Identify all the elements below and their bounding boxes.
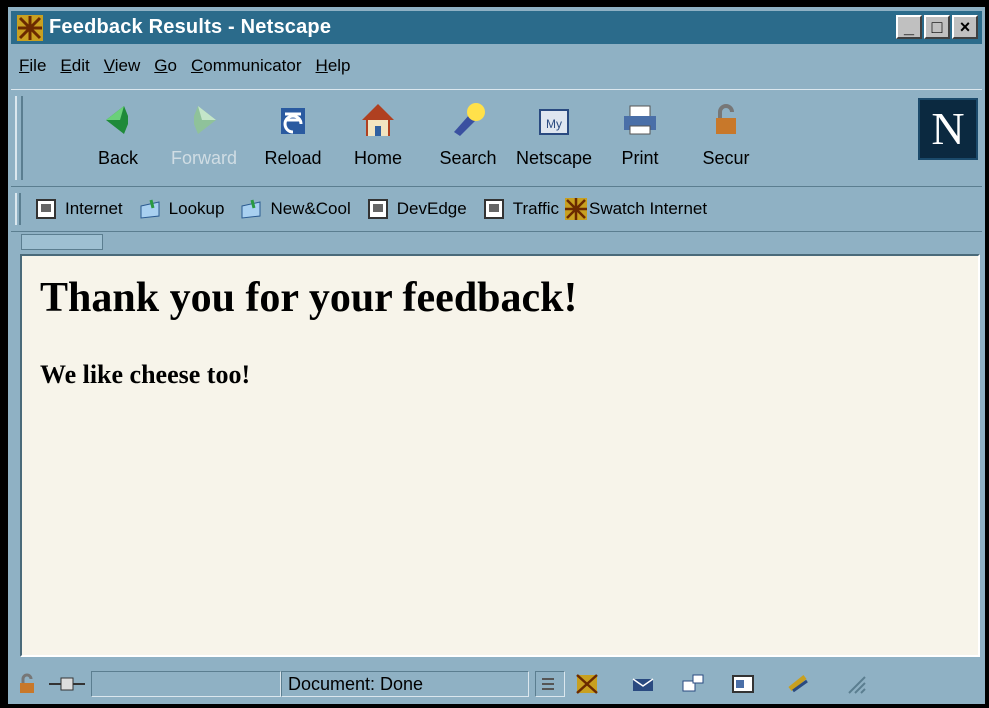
reload-label: Reload xyxy=(264,148,322,168)
my-netscape-icon: My xyxy=(539,109,569,135)
home-button[interactable]: Home xyxy=(335,100,421,169)
swatch-icon xyxy=(564,198,587,220)
print-button[interactable]: Print xyxy=(597,100,683,169)
security-button[interactable]: Secur xyxy=(683,100,769,169)
forward-label: Forward xyxy=(170,148,237,168)
bookmark-internet[interactable]: Internet xyxy=(35,198,123,220)
menu-communicator[interactable]: Communicator xyxy=(191,56,302,76)
padlock-icon xyxy=(716,104,736,134)
status-bar: Document: Done xyxy=(11,667,982,701)
forward-button[interactable]: Forward xyxy=(161,100,247,169)
stack-icon xyxy=(542,678,554,690)
toolbar-grip[interactable] xyxy=(15,96,23,180)
bookmark-swatch-internet-label: Swatch Internet xyxy=(588,199,708,218)
menu-edit[interactable]: Edit xyxy=(60,56,89,76)
bookmark-lookup[interactable]: Lookup xyxy=(139,198,225,220)
bookmark-internet-label: Internet xyxy=(65,199,123,218)
navigation-toolbar: Back Forward Reload Home Search My Netsc… xyxy=(11,89,982,187)
search-flashlight-icon xyxy=(454,103,485,136)
search-label: Search xyxy=(439,148,497,168)
bookmark-traffic[interactable]: Traffic xyxy=(483,198,559,220)
aim-icon[interactable] xyxy=(787,673,811,695)
folder-icon xyxy=(140,199,160,219)
reload-icon xyxy=(281,108,305,134)
bookmark-newcool[interactable]: New&Cool xyxy=(240,198,351,220)
netscape-label: Netscape xyxy=(515,148,593,168)
window-title: Feedback Results - Netscape xyxy=(49,16,332,38)
status-text: Document: Done xyxy=(288,673,424,694)
bookmark-traffic-label: Traffic xyxy=(512,199,559,218)
back-button[interactable]: Back xyxy=(75,100,161,169)
online-connection-icon[interactable] xyxy=(47,673,87,695)
printer-icon xyxy=(624,105,656,135)
back-arrow-icon xyxy=(106,106,128,134)
menu-help[interactable]: Help xyxy=(316,56,351,76)
browser-window: Feedback Results - Netscape _ □ × File E… xyxy=(8,7,985,704)
bookmark-page-icon xyxy=(36,199,56,219)
netscape-app-icon xyxy=(17,14,43,41)
close-button[interactable]: × xyxy=(952,15,978,39)
print-label: Print xyxy=(621,148,659,168)
discussion-groups-icon[interactable] xyxy=(681,673,705,695)
bookmark-devedge-label: DevEdge xyxy=(396,199,467,218)
maximize-button[interactable]: □ xyxy=(924,15,950,39)
minimize-button[interactable]: _ xyxy=(896,15,922,39)
folder-icon xyxy=(241,199,261,219)
forward-arrow-icon xyxy=(194,106,216,134)
page-heading: Thank you for your feedback! xyxy=(40,275,578,321)
status-text-box: Document: Done xyxy=(281,671,529,697)
navigator-component-icon[interactable] xyxy=(575,673,599,695)
bookmark-devedge[interactable]: DevEdge xyxy=(367,198,467,220)
bookmark-page-icon xyxy=(483,199,504,219)
reload-button[interactable]: Reload xyxy=(250,100,336,169)
search-button[interactable]: Search xyxy=(425,100,511,169)
netscape-button[interactable]: My Netscape xyxy=(511,100,597,169)
composer-icon[interactable] xyxy=(731,673,755,695)
menu-view[interactable]: View xyxy=(104,56,141,76)
menu-bar: File Edit View Go Communicator Help xyxy=(11,49,982,83)
home-icon xyxy=(362,104,394,136)
page-subheading: We like cheese too! xyxy=(40,360,251,389)
menu-file[interactable]: File xyxy=(19,56,46,76)
back-label: Back xyxy=(97,148,139,168)
bookmark-swatch-internet[interactable]: Swatch Internet xyxy=(564,198,708,220)
mail-component-icon[interactable] xyxy=(631,673,655,695)
personal-toolbar-grip[interactable] xyxy=(15,193,21,225)
svg-text:My: My xyxy=(546,117,562,131)
bookmark-newcool-label: New&Cool xyxy=(270,199,351,218)
personal-toolbar: Internet Lookup New&Cool DevEdge Traffic… xyxy=(11,187,982,232)
progress-box xyxy=(91,671,281,697)
status-divider xyxy=(535,671,565,697)
security-label: Secur xyxy=(702,148,750,168)
title-bar[interactable]: Feedback Results - Netscape _ □ × xyxy=(11,11,982,44)
menu-go[interactable]: Go xyxy=(154,56,177,76)
page-content: Thank you for your feedback! We like che… xyxy=(20,254,980,657)
netscape-logo[interactable]: N xyxy=(918,98,978,160)
home-label: Home xyxy=(353,148,402,168)
bookmark-lookup-label: Lookup xyxy=(168,199,225,218)
security-lock-status-icon[interactable] xyxy=(15,673,39,695)
location-toolbar-collapsed-tab[interactable] xyxy=(21,234,103,250)
bookmark-page-icon xyxy=(367,199,388,219)
resize-grip-icon[interactable] xyxy=(843,673,867,695)
